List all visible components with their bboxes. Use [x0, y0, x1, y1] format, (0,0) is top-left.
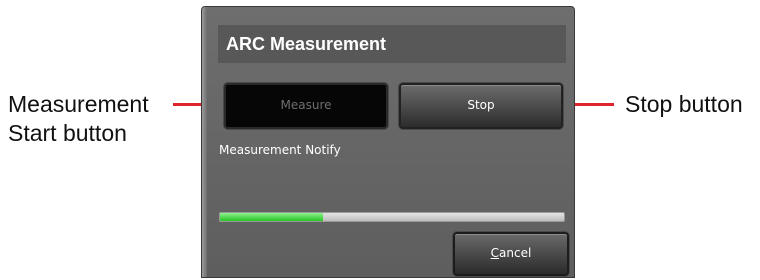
cancel-button[interactable]: Cancel	[453, 232, 569, 276]
dialog-left-edge	[202, 7, 207, 277]
annotated-screenshot: Measurement Start button Stop button ARC…	[0, 0, 760, 280]
measurement-notify-text: Measurement Notify	[219, 143, 341, 157]
measurement-progress-bar	[219, 212, 565, 222]
stop-button[interactable]: Stop	[399, 83, 563, 129]
cancel-label-rest: ancel	[499, 246, 532, 260]
cancel-mnemonic: C	[490, 246, 500, 260]
arc-measurement-dialog: ARC Measurement Measure Stop Measurement…	[201, 6, 575, 278]
progress-fill	[220, 213, 324, 221]
callout-left-line1: Measurement	[8, 91, 149, 117]
dialog-title: ARC Measurement	[218, 25, 566, 63]
stop-button-callout: Stop button	[625, 91, 743, 117]
measurement-start-callout: Measurement Start button	[8, 90, 149, 148]
callout-left-line2: Start button	[8, 120, 127, 146]
measure-button[interactable]: Measure	[224, 83, 388, 129]
